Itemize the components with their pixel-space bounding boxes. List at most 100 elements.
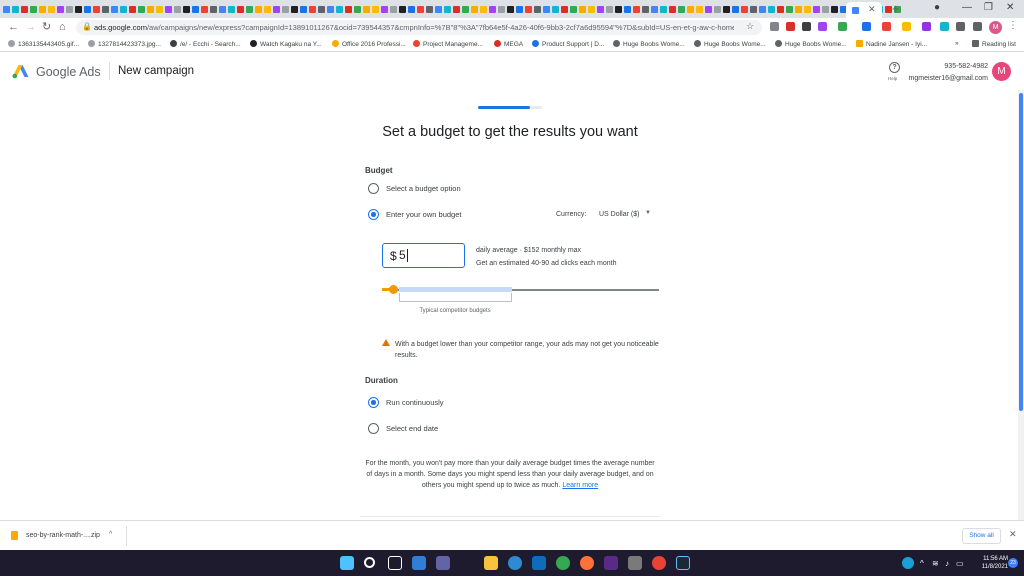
reading-list-button[interactable]: Reading list <box>972 40 1016 48</box>
account-avatar[interactable]: M <box>992 62 1011 81</box>
bookmark-item[interactable]: Huge Boobs Wome... <box>694 40 766 48</box>
tab-favicon-icon[interactable] <box>291 6 298 13</box>
tab-favicon-icon[interactable] <box>57 6 64 13</box>
tab-favicon-icon[interactable] <box>102 6 109 13</box>
google-ads-logo-icon[interactable] <box>12 64 30 79</box>
tab-favicon-icon[interactable] <box>39 6 46 13</box>
tab-favicon-icon[interactable] <box>318 6 325 13</box>
tab-favicon-icon[interactable] <box>417 6 424 13</box>
run-continuously-radio[interactable] <box>368 397 379 408</box>
tab-favicon-icon[interactable] <box>165 6 172 13</box>
tab-favicon-icon[interactable] <box>777 6 784 13</box>
extension-icon[interactable] <box>818 22 827 31</box>
tab-favicon-icon[interactable] <box>381 6 388 13</box>
file-explorer-icon[interactable] <box>484 556 498 570</box>
tab-favicon-icon[interactable] <box>480 6 487 13</box>
restore-button[interactable]: ❐ <box>984 2 993 13</box>
tab-favicon-icon[interactable] <box>498 6 505 13</box>
tab-favicon-icon[interactable] <box>453 6 460 13</box>
tab-favicon-icon[interactable] <box>210 6 217 13</box>
tab-favicon-icon[interactable] <box>714 6 721 13</box>
extension-icon[interactable] <box>802 22 811 31</box>
tab-favicon-icon[interactable] <box>489 6 496 13</box>
mail-icon[interactable] <box>532 556 546 570</box>
tab-favicon-icon[interactable] <box>651 6 658 13</box>
tab-favicon-icon[interactable] <box>75 6 82 13</box>
tab-favicon-icon[interactable] <box>759 6 766 13</box>
learn-more-link[interactable]: Learn more <box>562 482 598 489</box>
tab-favicon-icon[interactable] <box>750 6 757 13</box>
tab-favicon-icon[interactable] <box>597 6 604 13</box>
tab-favicon-icon[interactable] <box>543 6 550 13</box>
tab-favicon-icon[interactable] <box>12 6 19 13</box>
tab-favicon-icon[interactable] <box>606 6 613 13</box>
tab-favicon-icon[interactable] <box>804 6 811 13</box>
tab-favicon-icon[interactable] <box>579 6 586 13</box>
page-scrollbar-thumb[interactable] <box>1019 93 1023 411</box>
tab-favicon-icon[interactable] <box>831 6 838 13</box>
bookmark-star-icon[interactable]: ☆ <box>746 21 754 32</box>
tab-favicon-icon[interactable] <box>21 6 28 13</box>
active-tab[interactable]: ✕ <box>846 2 882 18</box>
tab-favicon-icon[interactable] <box>813 6 820 13</box>
extension-icon[interactable] <box>838 22 847 31</box>
select-end-date-radio[interactable] <box>368 423 379 434</box>
tab-favicon-icon[interactable] <box>111 6 118 13</box>
tab-favicon-icon[interactable] <box>615 6 622 13</box>
bookmarks-overflow-icon[interactable]: » <box>955 40 959 47</box>
bookmark-item[interactable]: 1327814423373.jpg... <box>88 40 161 48</box>
bookmark-item[interactable]: Huge Boobs Wome... <box>775 40 847 48</box>
tab-favicon-icon[interactable] <box>93 6 100 13</box>
own-budget-label[interactable]: Enter your own budget <box>386 210 461 219</box>
tab-favicon-icon[interactable] <box>273 6 280 13</box>
tab-favicon-icon[interactable] <box>84 6 91 13</box>
own-budget-radio[interactable] <box>368 209 379 220</box>
tab-favicon-icon[interactable] <box>399 6 406 13</box>
tab-favicon-icon[interactable] <box>390 6 397 13</box>
tab-favicon-icon[interactable] <box>309 6 316 13</box>
new-tab-button[interactable]: + <box>892 1 900 16</box>
tab-favicon-icon[interactable] <box>183 6 190 13</box>
close-window-button[interactable]: ✕ <box>1006 2 1014 13</box>
browser-profile-avatar[interactable]: M <box>989 21 1002 34</box>
help-icon[interactable]: ? <box>889 62 900 73</box>
tab-favicon-icon[interactable] <box>444 6 451 13</box>
tab-favicon-icon[interactable] <box>687 6 694 13</box>
run-continuously-label[interactable]: Run continuously <box>386 398 444 407</box>
tab-favicon-icon[interactable] <box>435 6 442 13</box>
minimize-button[interactable]: — <box>962 2 972 13</box>
tab-favicon-icon[interactable] <box>363 6 370 13</box>
tab-favicon-icon[interactable] <box>426 6 433 13</box>
tab-favicon-icon[interactable] <box>345 6 352 13</box>
tab-favicon-icon[interactable] <box>786 6 793 13</box>
tab-favicon-icon[interactable] <box>561 6 568 13</box>
budget-amount-value[interactable]: 5 <box>399 249 408 262</box>
tab-favicon-icon[interactable] <box>30 6 37 13</box>
tab-favicon-icon[interactable] <box>795 6 802 13</box>
tab-favicon-icon[interactable] <box>255 6 262 13</box>
volume-icon[interactable]: ♪ <box>945 559 949 568</box>
tab-search-icon[interactable]: ● <box>934 2 940 13</box>
tab-favicon-icon[interactable] <box>174 6 181 13</box>
tab-favicon-icon[interactable] <box>642 6 649 13</box>
tab-favicon-icon[interactable] <box>138 6 145 13</box>
tab-favicon-icon[interactable] <box>336 6 343 13</box>
close-download-bar-icon[interactable]: ✕ <box>1009 529 1017 540</box>
tab-favicon-icon[interactable] <box>354 6 361 13</box>
tab-favicon-icon[interactable] <box>471 6 478 13</box>
tab-favicon-icon[interactable] <box>885 6 892 13</box>
tab-favicon-icon[interactable] <box>48 6 55 13</box>
reload-icon[interactable]: ↻ <box>42 21 51 33</box>
account-id[interactable]: 935-582-4982 <box>918 63 988 70</box>
lock-icon[interactable]: 🔒 <box>82 22 92 31</box>
tab-favicon-icon[interactable] <box>201 6 208 13</box>
widgets-icon[interactable] <box>412 556 426 570</box>
tab-favicon-icon[interactable] <box>120 6 127 13</box>
budget-slider-thumb[interactable] <box>389 285 398 294</box>
tab-favicon-icon[interactable] <box>768 6 775 13</box>
tray-overflow-icon[interactable]: ^ <box>920 559 924 568</box>
tab-favicon-icon[interactable] <box>516 6 523 13</box>
tab-favicon-icon[interactable] <box>237 6 244 13</box>
bookmark-item[interactable]: Watch Kagaku na Y... <box>250 40 322 48</box>
tab-favicon-icon[interactable] <box>696 6 703 13</box>
